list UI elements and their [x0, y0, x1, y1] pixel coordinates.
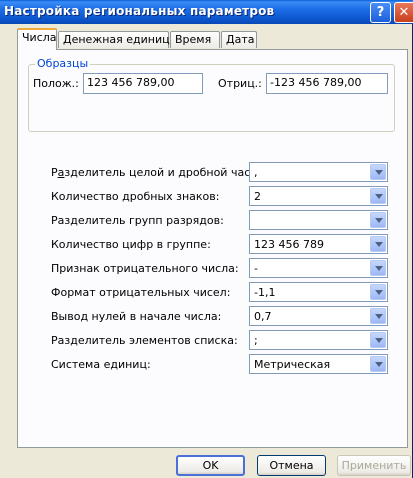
leading-zeros-value: 0,7 — [254, 310, 272, 323]
apply-button[interactable]: Применить — [337, 455, 411, 476]
tab-panel-numbers: Образцы Полож.: 123 456 789,00 Отриц.: -… — [17, 49, 408, 448]
chevron-down-icon[interactable] — [370, 308, 386, 324]
leading-zeros-label: Вывод нулей в начале числа: — [51, 310, 222, 323]
ok-button[interactable]: OK — [176, 455, 245, 476]
title-bar[interactable]: Настройка региональных параметров ? ✕ — [0, 0, 413, 24]
group-separator-label: Разделитель групп разрядов: — [51, 214, 224, 227]
tab-numbers[interactable]: Числа — [17, 28, 57, 50]
samples-group: Образцы Полож.: 123 456 789,00 Отриц.: -… — [28, 57, 395, 132]
tab-time[interactable]: Время — [170, 31, 220, 48]
digit-grouping-value: 123 456 789 — [254, 238, 324, 251]
digit-grouping-combo[interactable]: 123 456 789 — [249, 234, 388, 254]
chevron-down-icon[interactable] — [370, 236, 386, 252]
regional-settings-dialog: Настройка региональных параметров ? ✕ Чи… — [0, 0, 413, 478]
chevron-down-icon[interactable] — [370, 212, 386, 228]
measurement-system-combo[interactable]: Метрическая — [249, 354, 388, 374]
chevron-down-icon[interactable] — [370, 164, 386, 180]
measurement-system-label: Система единиц: — [51, 358, 151, 371]
tab-date[interactable]: Дата — [221, 31, 257, 48]
tab-currency[interactable]: Денежная единица — [58, 31, 176, 48]
positive-sample-label: Полож.: — [33, 77, 79, 90]
decimal-separator-value: , — [254, 166, 258, 179]
list-separator-label: Разделитель элементов списка: — [51, 334, 238, 347]
decimal-separator-label: Разделитель целой и дробной части: — [51, 166, 268, 179]
negative-sample-field: -123 456 789,00 — [266, 73, 388, 94]
chevron-down-icon[interactable] — [370, 284, 386, 300]
negative-sample-label: Отриц.: — [218, 77, 262, 90]
digit-grouping-label: Количество цифр в группе: — [51, 238, 211, 251]
list-separator-combo[interactable]: ; — [249, 330, 388, 350]
decimal-separator-combo[interactable]: , — [249, 162, 388, 182]
decimal-digits-label: Количество дробных знаков: — [51, 190, 220, 203]
decimal-digits-value: 2 — [254, 190, 261, 203]
decimal-digits-combo[interactable]: 2 — [249, 186, 388, 206]
chevron-down-icon[interactable] — [370, 356, 386, 372]
negative-sign-value: - — [254, 262, 258, 275]
group-separator-combo[interactable] — [249, 210, 388, 230]
cancel-button[interactable]: Отмена — [257, 455, 326, 476]
positive-sample-field: 123 456 789,00 — [83, 73, 203, 94]
negative-sign-label: Признак отрицательного числа: — [51, 262, 239, 275]
chevron-down-icon[interactable] — [370, 188, 386, 204]
negative-format-value: -1,1 — [254, 286, 276, 299]
negative-sign-combo[interactable]: - — [249, 258, 388, 278]
measurement-system-value: Метрическая — [254, 358, 331, 371]
chevron-down-icon[interactable] — [370, 332, 386, 348]
negative-format-combo[interactable]: -1,1 — [249, 282, 388, 302]
negative-format-label: Формат отрицательных чисел: — [51, 286, 231, 299]
list-separator-value: ; — [254, 334, 258, 347]
leading-zeros-combo[interactable]: 0,7 — [249, 306, 388, 326]
help-button[interactable]: ? — [370, 2, 391, 23]
samples-legend: Образцы — [35, 57, 91, 70]
chevron-down-icon[interactable] — [370, 260, 386, 276]
close-button[interactable]: ✕ — [394, 2, 413, 23]
window-title: Настройка региональных параметров — [4, 4, 275, 18]
